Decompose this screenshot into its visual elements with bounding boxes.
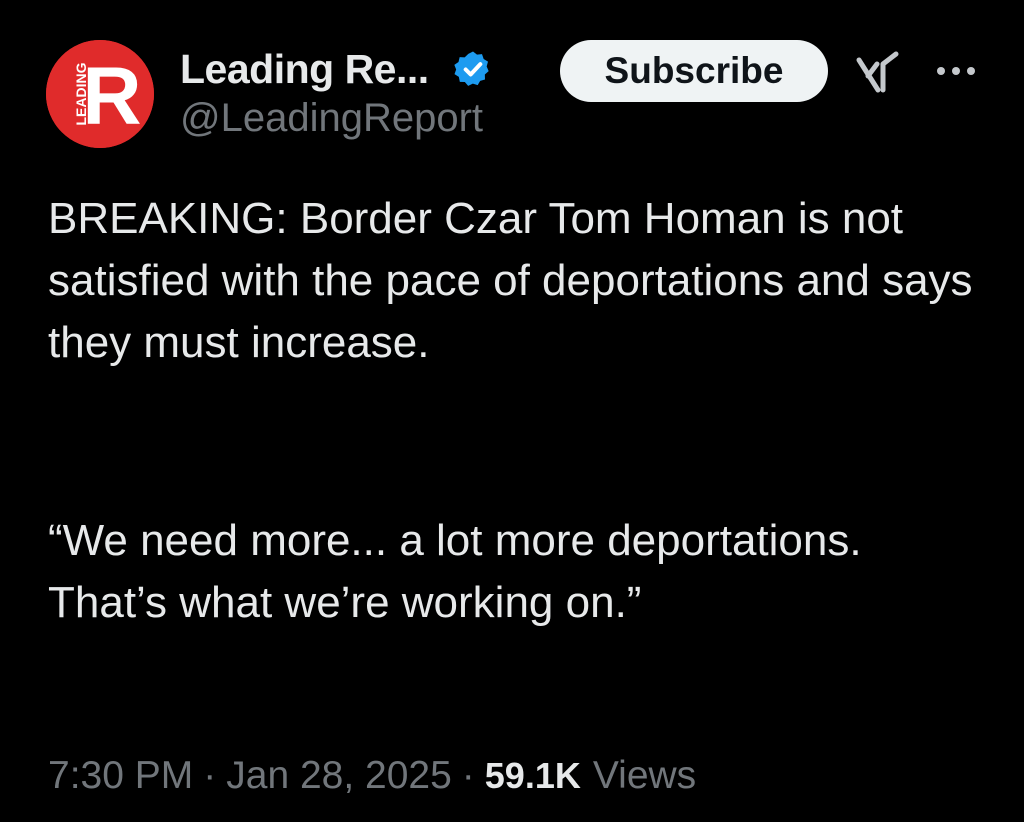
views-count[interactable]: 59.1K <box>485 755 581 797</box>
verified-badge-icon[interactable] <box>453 49 493 89</box>
meta-separator: · <box>203 754 217 797</box>
author-handle[interactable]: @LeadingReport <box>180 96 483 141</box>
views-label: Views <box>592 754 697 797</box>
author-name-row: Leading Re... <box>180 42 493 96</box>
author-avatar[interactable]: LEADING R <box>46 40 154 148</box>
author-display-name[interactable]: Leading Re... <box>180 46 429 93</box>
grok-icon[interactable] <box>856 50 902 94</box>
meta-separator: · <box>461 754 475 797</box>
tweet-text: BREAKING: Border Czar Tom Homan is not s… <box>48 194 973 367</box>
subscribe-button[interactable]: Subscribe <box>560 40 828 102</box>
more-options-icon[interactable] <box>934 64 978 78</box>
tweet-meta: 7:30 PM · Jan 28, 2025 · 59.1K Views <box>48 748 696 804</box>
tweet-date[interactable]: Jan 28, 2025 <box>226 754 452 798</box>
tweet-time[interactable]: 7:30 PM <box>48 754 193 798</box>
tweet-header: LEADING R Leading Re... @LeadingReport S… <box>44 38 984 150</box>
leading-report-logo: LEADING R <box>46 40 154 148</box>
tweet-quote: “We need more... a lot more deportations… <box>48 516 862 627</box>
logo-letter: R <box>82 51 141 142</box>
